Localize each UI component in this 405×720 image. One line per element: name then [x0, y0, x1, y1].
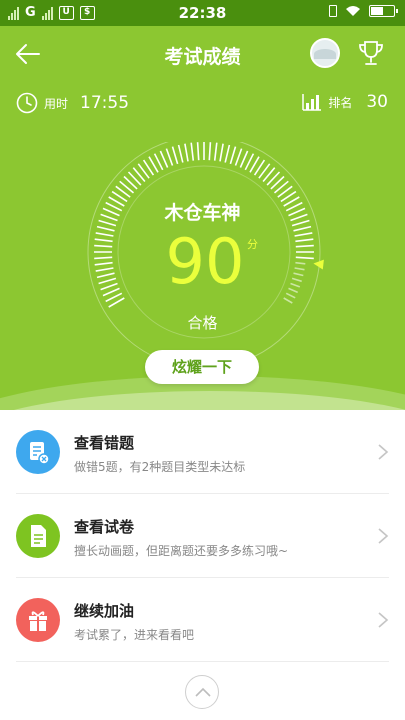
score-result: 合格 [187, 314, 218, 332]
trophy-button[interactable] [356, 38, 386, 68]
gauge-tick [184, 143, 189, 162]
gauge-tick [208, 142, 212, 161]
avatar[interactable] [310, 38, 340, 68]
list-item-title: 查看错题 [74, 434, 135, 452]
gauge-tick [229, 146, 237, 165]
gauge-tick [294, 267, 305, 271]
list-item-title: 查看试卷 [74, 518, 135, 536]
list-item-subtitle: 擅长动画题，但距离题还要多多练习哦~ [74, 544, 289, 558]
gauge-tick [96, 272, 115, 279]
time-label: 用时 [44, 96, 69, 111]
time-used: 用时 17:55 [16, 92, 129, 114]
list-item-subtitle: 做错5题，有2种题目类型未达标 [74, 460, 246, 474]
gauge-tick [95, 267, 114, 272]
gauge-tick [291, 277, 302, 283]
battery-icon [369, 5, 398, 17]
gauge-tick [171, 146, 179, 165]
gauge-tick [177, 144, 184, 163]
score-unit: 分 [247, 238, 258, 251]
gauge-tick [295, 244, 314, 248]
gift-icon [16, 598, 60, 642]
list-item-keep-going[interactable]: 继续加油 考试累了，进来看看吧 [16, 578, 389, 662]
bar-chart-icon [302, 94, 322, 111]
gauge-tick [285, 292, 296, 299]
gauge-tick [293, 225, 312, 232]
trophy-icon [359, 41, 383, 65]
gauge-tick [94, 238, 113, 243]
wifi-icon [346, 6, 360, 16]
page-title: 考试成绩 [164, 46, 241, 68]
nav-bar: 考试成绩 [0, 26, 405, 82]
list-item-subtitle: 考试累了，进来看看吧 [74, 628, 195, 642]
status-bar: G U $ 22:38 [0, 0, 405, 26]
gauge-tick [239, 150, 249, 168]
list-item-title: 继续加油 [74, 602, 135, 620]
wrong-questions-icon [16, 430, 60, 474]
gauge-tick [94, 244, 113, 248]
chevron-up-icon [195, 687, 211, 697]
gauge-tick [288, 287, 299, 294]
gauge-tick [293, 272, 304, 277]
gauge-tick [295, 256, 314, 260]
gauge-tick [190, 142, 195, 161]
gauge-tick [219, 143, 224, 162]
exam-paper-icon [16, 514, 60, 558]
gauge-tick [213, 142, 218, 161]
gauge-tick [224, 144, 231, 163]
gauge-tick [98, 277, 117, 285]
share-button[interactable]: 炫耀一下 [145, 350, 259, 384]
gauge-tick [95, 232, 114, 237]
clock-icon [16, 92, 38, 114]
chevron-right-icon [378, 612, 389, 628]
gauge-tick [234, 148, 243, 166]
gauge-tick [100, 282, 118, 291]
gauge-tick [165, 148, 174, 166]
gauge-tick [94, 261, 113, 266]
list-item-wrong-questions[interactable]: 查看错题 做错5题，有2种题目类型未达标 [16, 410, 389, 494]
chevron-right-icon [378, 528, 389, 544]
gauge-tick [196, 142, 200, 161]
action-list: 查看错题 做错5题，有2种题目类型未达标 查看试卷 擅长动画题，但距离题还要多多… [0, 410, 405, 662]
gauge-tick [294, 232, 313, 237]
rank-label: 排名 [328, 95, 353, 110]
gauge-tick [102, 287, 120, 297]
scroll-up-button[interactable] [185, 675, 219, 709]
stats-row: 用时 17:55 排名 30 [0, 92, 405, 120]
gauge-tick [96, 225, 115, 232]
battery-saver-icon [329, 5, 337, 17]
list-item-exam-paper[interactable]: 查看试卷 擅长动画题，但距离题还要多多练习哦~ [16, 494, 389, 578]
gauge-tick [290, 282, 301, 288]
gauge-tick [94, 256, 113, 260]
time-value: 17:55 [80, 93, 130, 113]
gauge-tick [159, 150, 169, 168]
gauge-tick [295, 261, 306, 265]
rank: 排名 30 [302, 92, 388, 112]
rank-value: 30 [366, 92, 388, 112]
gauge-tick [283, 297, 293, 304]
chevron-right-icon [378, 444, 389, 460]
gauge-tick [295, 238, 314, 243]
score-title: 木仓车神 [164, 202, 241, 224]
score-value: 90 [165, 225, 245, 298]
